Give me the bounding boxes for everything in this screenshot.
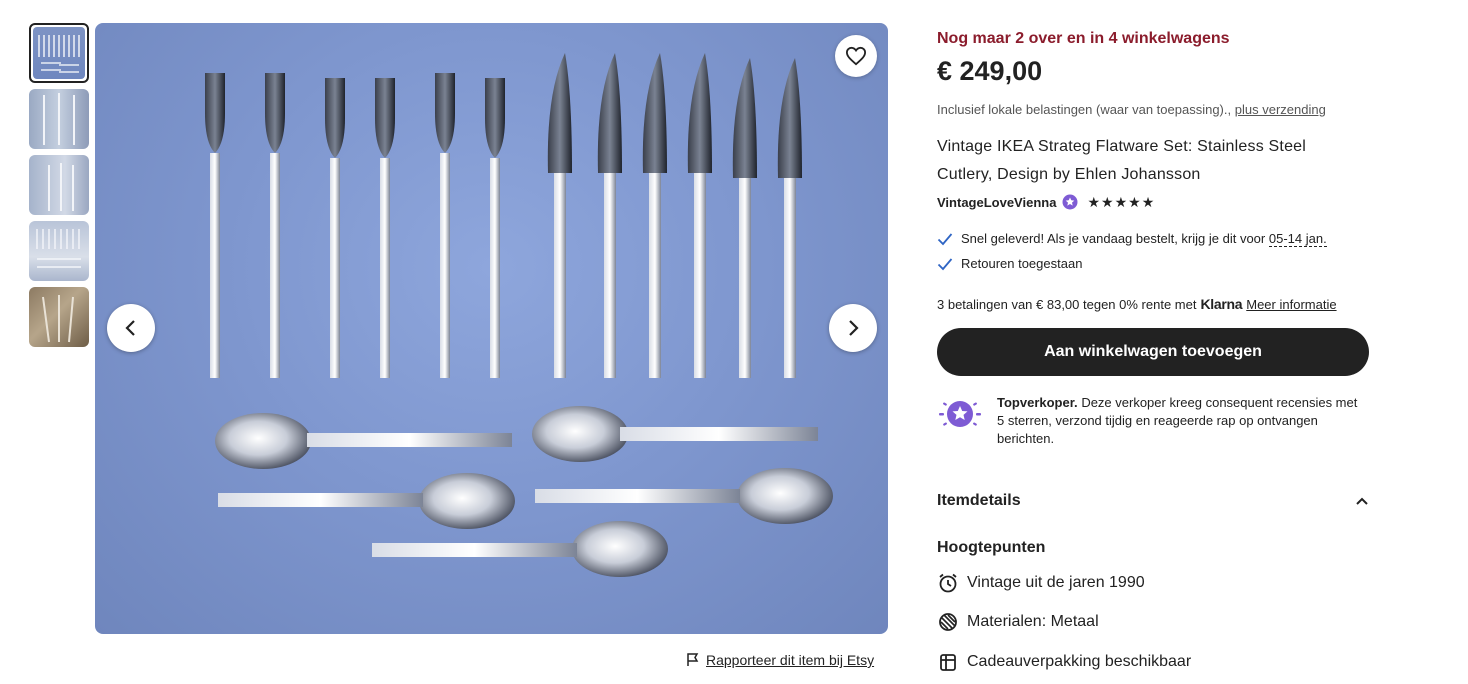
chevron-left-icon xyxy=(125,320,135,336)
chevron-up-icon xyxy=(1356,497,1368,505)
price: € 249,00 xyxy=(937,56,1043,86)
highlight-item: Cadeauverpakking beschikbaar xyxy=(937,651,1191,673)
heart-icon xyxy=(845,46,867,66)
star-icon: ★ xyxy=(1141,194,1155,210)
klarna-logo: Klarna xyxy=(1200,296,1243,312)
highlight-label: Vintage uit de jaren 1990 xyxy=(967,574,1145,591)
listing-title: Vintage IKEA Strateg Flatware Set: Stain… xyxy=(937,138,1307,183)
delivery-date[interactable]: 05-14 jan. xyxy=(1268,231,1327,247)
highlight-item: Vintage uit de jaren 1990 xyxy=(937,572,1145,594)
topseller-description: Topverkoper. Deze verkoper kreeg consequ… xyxy=(997,394,1367,448)
star-seller-icon xyxy=(939,401,981,427)
stock-notice: Nog maar 2 over en in 4 winkelwagens xyxy=(937,30,1230,47)
topseller-info: Topverkoper. Deze verkoper kreeg consequ… xyxy=(937,394,1369,448)
tax-info: Inclusief lokale belastingen (waar van t… xyxy=(937,102,1326,117)
next-image-button[interactable] xyxy=(829,304,877,352)
previous-image-button[interactable] xyxy=(107,304,155,352)
seller-row: VintageLoveVienna ★ ★ ★ ★ ★ xyxy=(937,194,1154,210)
highlight-label: Cadeauverpakking beschikbaar xyxy=(967,653,1192,670)
alarm-clock-icon xyxy=(939,573,957,593)
seller-name[interactable]: VintageLoveVienna xyxy=(937,195,1056,210)
thumbnail-3[interactable] xyxy=(29,155,89,215)
materials-icon xyxy=(939,613,957,631)
thumbnail-1[interactable] xyxy=(29,23,89,83)
favorite-button[interactable] xyxy=(835,35,877,77)
installments-text: 3 betalingen van € 83,00 tegen 0% rente … xyxy=(937,297,1197,312)
flag-icon xyxy=(687,653,699,666)
checkmark-icon xyxy=(937,257,953,270)
thumbnail-5[interactable] xyxy=(29,287,89,347)
tax-text: Inclusief lokale belastingen (waar van t… xyxy=(937,102,1232,117)
highlight-label: Materialen: Metaal xyxy=(967,613,1099,630)
fast-delivery-row: Snel geleverd! Als je vandaag bestelt, k… xyxy=(937,231,1327,247)
report-item-link[interactable]: Rapporteer dit item bij Etsy xyxy=(686,652,874,668)
payment-info: 3 betalingen van € 83,00 tegen 0% rente … xyxy=(937,296,1337,312)
star-icon: ★ xyxy=(1128,194,1141,210)
returns-text: Retouren toegestaan xyxy=(961,256,1083,271)
topseller-title: Topverkoper. xyxy=(997,395,1078,410)
highlight-item: Materialen: Metaal xyxy=(937,611,1099,633)
report-item-label: Rapporteer dit item bij Etsy xyxy=(706,652,875,668)
more-info-link[interactable]: Meer informatie xyxy=(1246,297,1336,312)
star-icon: ★ xyxy=(1114,194,1128,210)
highlights-title: Hoogtepunten xyxy=(937,539,1046,556)
fast-delivery-text: Snel geleverd! Als je vandaag bestelt, k… xyxy=(961,231,1266,246)
thumbnail-list xyxy=(29,23,89,353)
item-details-header: Itemdetails xyxy=(937,492,1021,509)
star-icon: ★ xyxy=(1087,194,1101,210)
rating-stars[interactable]: ★ ★ ★ ★ ★ xyxy=(1087,194,1154,210)
product-image xyxy=(95,23,888,634)
chevron-right-icon xyxy=(849,320,859,336)
item-details-toggle[interactable]: Itemdetails xyxy=(937,492,1369,510)
star-icon: ★ xyxy=(1101,194,1114,210)
shipping-link[interactable]: plus verzending xyxy=(1235,102,1326,117)
thumbnail-4[interactable] xyxy=(29,221,89,281)
add-to-cart-button[interactable]: Aan winkelwagen toevoegen xyxy=(937,328,1369,376)
thumbnail-2[interactable] xyxy=(29,89,89,149)
checkmark-icon xyxy=(937,232,953,245)
gift-wrap-icon xyxy=(940,654,956,671)
returns-row: Retouren toegestaan xyxy=(937,256,1082,271)
star-seller-badge-icon xyxy=(1062,194,1078,210)
